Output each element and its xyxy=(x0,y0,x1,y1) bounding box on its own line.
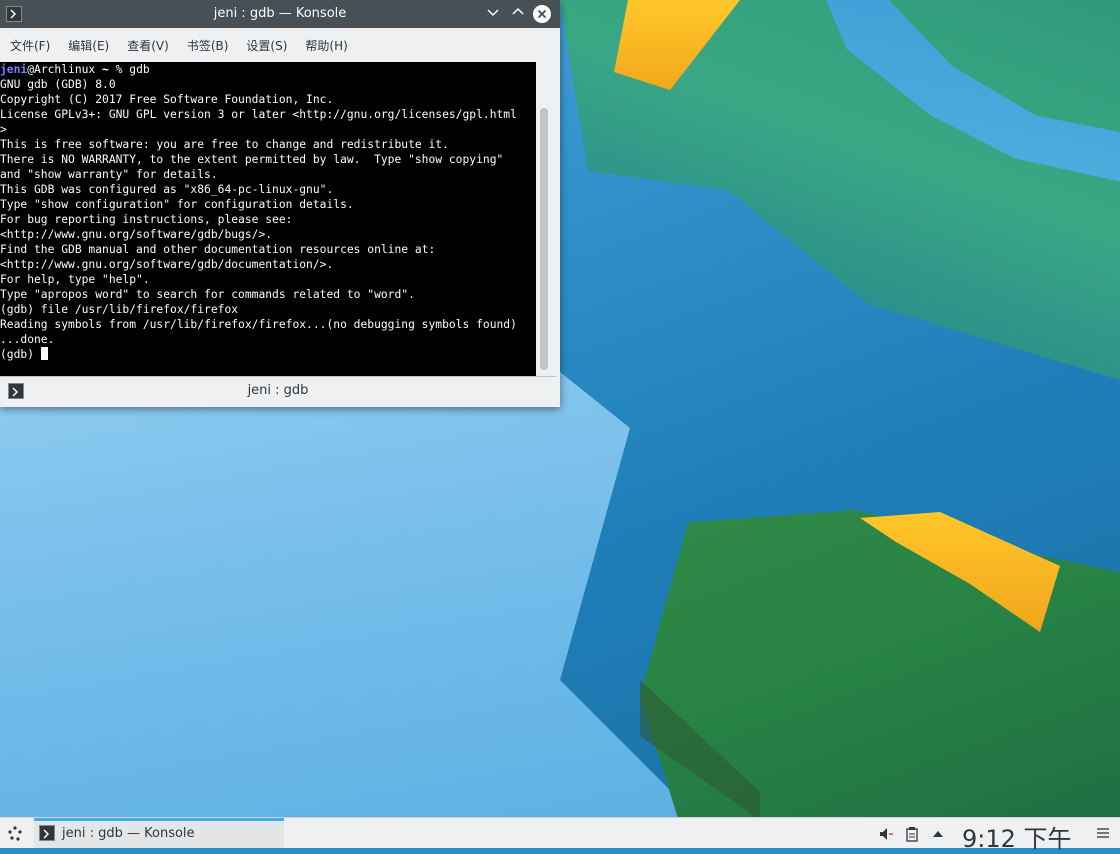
terminal-line: <http://www.gnu.org/software/gdb/bugs/>. xyxy=(0,228,273,241)
gdb-prompt: (gdb) xyxy=(0,348,41,361)
terminal-line: Reading symbols from /usr/lib/firefox/fi… xyxy=(0,318,517,331)
prompt-host: @Archlinux xyxy=(27,63,103,76)
menu-settings[interactable]: 设置(S) xyxy=(240,37,293,54)
terminal-prompt-line: jeni@Archlinux ~ % gdb xyxy=(0,62,536,77)
close-icon xyxy=(537,9,547,19)
terminal-line: For bug reporting instructions, please s… xyxy=(0,213,293,226)
prompt-user: jeni xyxy=(0,63,28,76)
text-cursor xyxy=(40,347,48,360)
taskbar-panel: jeni : gdb — Konsole 9:12 下午 xyxy=(0,817,1120,853)
tab-jeni-gdb[interactable]: jeni : gdb xyxy=(0,383,556,398)
terminal-line: and "show warranty" for details. xyxy=(0,168,218,181)
launcher-icon xyxy=(8,826,22,841)
terminal-line: ...done. xyxy=(0,333,55,346)
terminal-line: <http://www.gnu.org/software/gdb/documen… xyxy=(0,258,334,271)
terminal-line: There is NO WARRANTY, to the extent perm… xyxy=(0,153,504,166)
window-titlebar[interactable]: jeni : gdb — Konsole xyxy=(0,0,560,28)
chevron-down-icon xyxy=(487,9,499,17)
prompt-command: % gdb xyxy=(108,63,150,76)
taskbar-item-konsole[interactable]: jeni : gdb — Konsole xyxy=(34,818,284,848)
terminal-line: License GPLv3+: GNU GPL version 3 or lat… xyxy=(0,108,517,121)
application-launcher[interactable] xyxy=(6,825,24,843)
terminal-icon xyxy=(39,825,55,841)
menu-edit[interactable]: 编辑(E) xyxy=(62,37,115,54)
terminal-line: > xyxy=(0,123,7,136)
terminal-line: Copyright (C) 2017 Free Software Foundat… xyxy=(0,93,334,106)
volume-muted-icon[interactable] xyxy=(878,826,894,842)
konsole-window: jeni : gdb — Konsole 文件(F) 编辑(E) 查看(V) 书… xyxy=(0,0,560,407)
menu-file[interactable]: 文件(F) xyxy=(4,37,56,54)
menu-help[interactable]: 帮助(H) xyxy=(299,37,353,54)
active-indicator xyxy=(34,818,284,821)
window-title: jeni : gdb — Konsole xyxy=(213,6,347,21)
menu-bookmarks[interactable]: 书签(B) xyxy=(181,37,235,54)
terminal-line: Type "show configuration" for configurat… xyxy=(0,198,354,211)
panel-options-icon[interactable] xyxy=(1096,826,1110,844)
terminal-line: Find the GDB manual and other documentat… xyxy=(0,243,436,256)
close-button[interactable] xyxy=(533,5,551,23)
terminal-line: (gdb) file /usr/lib/firefox/firefox xyxy=(0,303,239,316)
minimize-button[interactable] xyxy=(484,5,502,23)
clipboard-icon[interactable] xyxy=(904,826,920,842)
clock[interactable]: 9:12 下午 xyxy=(962,819,1072,854)
terminal-line: Type "apropos word" to search for comman… xyxy=(0,288,415,301)
prompt-tilde: ~ xyxy=(102,63,109,76)
show-hidden-icons-arrow[interactable] xyxy=(930,826,946,842)
terminal-line: For help, type "help". xyxy=(0,273,150,286)
terminal-line: This is free software: you are free to c… xyxy=(0,138,449,151)
terminal-line: This GDB was configured as "x86_64-pc-li… xyxy=(0,183,334,196)
terminal-current-line: (gdb) xyxy=(0,347,536,362)
terminal-output[interactable]: jeni@Archlinux ~ % gdb GNU gdb (GDB) 8.0… xyxy=(0,62,536,376)
menubar: 文件(F) 编辑(E) 查看(V) 书签(B) 设置(S) 帮助(H) xyxy=(0,28,560,62)
scrollbar-thumb[interactable] xyxy=(540,108,548,370)
taskbar-item-label: jeni : gdb — Konsole xyxy=(62,826,195,841)
tab-bar: jeni : gdb xyxy=(0,376,556,405)
chevron-up-icon xyxy=(512,7,524,15)
maximize-button[interactable] xyxy=(509,5,527,23)
terminal-line: GNU gdb (GDB) 8.0 xyxy=(0,78,116,91)
menu-view[interactable]: 查看(V) xyxy=(121,37,175,54)
